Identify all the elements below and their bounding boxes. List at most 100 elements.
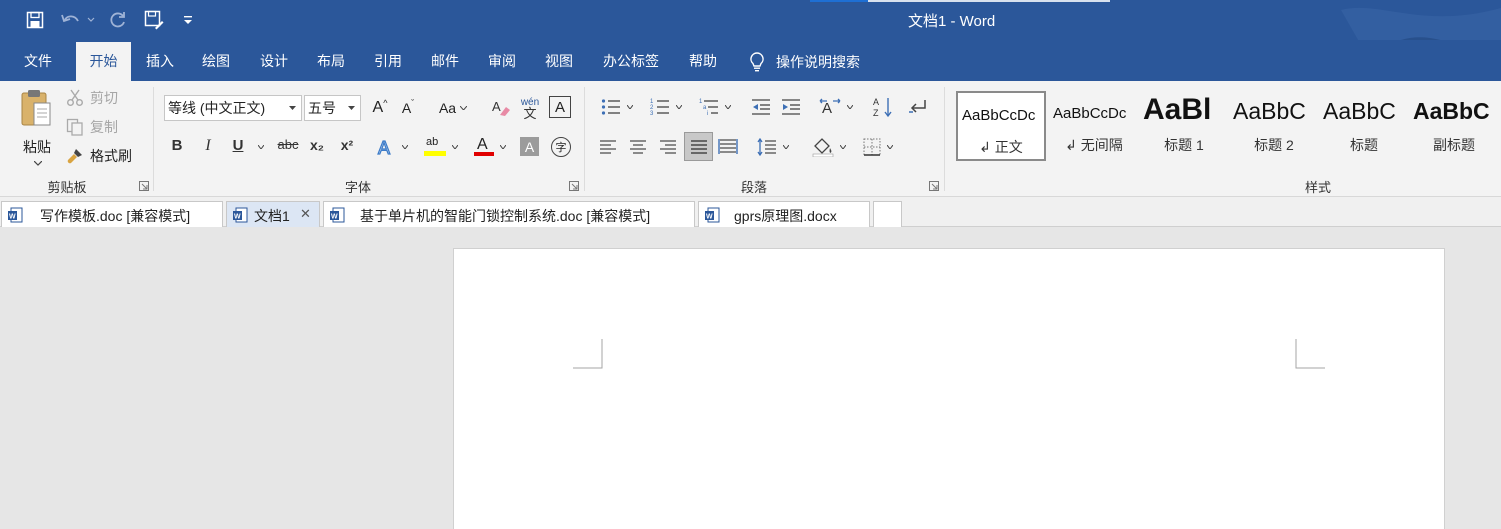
align-right-button[interactable]	[656, 135, 680, 159]
character-border-button[interactable]: A	[549, 96, 571, 118]
tab-file[interactable]: 文件	[12, 42, 64, 81]
font-color-swatch	[474, 152, 494, 156]
sort-button[interactable]: AZ	[872, 95, 894, 119]
svg-text:A: A	[873, 97, 879, 107]
title-bar: 文档1 - Word	[0, 0, 1501, 80]
decrease-indent-button[interactable]	[750, 95, 772, 119]
align-left-button[interactable]	[596, 135, 620, 159]
numbering-button[interactable]: 123	[645, 95, 687, 119]
save-icon[interactable]	[24, 8, 46, 32]
font-name-select[interactable]: 等线 (中文正文)	[164, 95, 302, 121]
tab-view[interactable]: 视图	[533, 42, 585, 81]
font-size-value: 五号	[308, 100, 336, 116]
line-spacing-icon	[757, 138, 776, 156]
style-name: 副标题	[1433, 137, 1475, 153]
clear-formatting-button[interactable]: A	[490, 96, 512, 120]
bullets-button[interactable]	[596, 95, 638, 119]
grow-font-button[interactable]: A ^	[370, 96, 390, 120]
styles-group-label: 样式	[1304, 180, 1331, 195]
format-painter-button[interactable]: 格式刷	[66, 145, 132, 167]
increase-indent-button[interactable]	[780, 95, 802, 119]
chinese-layout-button[interactable]: A	[815, 95, 857, 119]
distributed-button[interactable]	[716, 135, 740, 159]
text-effects-button[interactable]: A	[372, 135, 412, 159]
style-title[interactable]: AaBbC 标题	[1319, 91, 1409, 161]
chevron-down-icon	[676, 105, 682, 109]
strikethrough-button[interactable]: abc	[274, 137, 302, 159]
chevron-down-icon	[452, 145, 458, 149]
superscript-button[interactable]: x²	[337, 137, 357, 159]
subscript-button[interactable]: x₂	[307, 137, 327, 159]
font-size-select[interactable]: 五号	[304, 95, 361, 121]
style-sample: AaBbCcDc	[962, 107, 1036, 124]
highlight-color-button[interactable]: ab	[420, 135, 462, 159]
justify-button[interactable]	[684, 132, 713, 161]
character-shading-button[interactable]: A	[520, 137, 539, 156]
style-subtitle[interactable]: AaBbC 副标题	[1409, 91, 1499, 161]
svg-text:W: W	[706, 214, 713, 221]
doc-tab-document1[interactable]: W 文档1 ✕	[226, 201, 320, 227]
doc-tab-smart-lock[interactable]: W 基于单片机的智能门锁控制系统.doc [兼容模式]	[323, 201, 695, 227]
chevron-down-icon[interactable]	[258, 145, 264, 149]
style-sample: AaBbC	[1413, 98, 1490, 124]
underline-button[interactable]: U	[229, 137, 247, 159]
align-center-icon	[630, 140, 646, 154]
tell-me-search[interactable]: 操作说明搜索	[748, 42, 860, 81]
close-icon[interactable]: ✕	[300, 206, 311, 222]
font-launcher-icon[interactable]	[569, 181, 579, 191]
shading-button[interactable]	[808, 135, 850, 159]
tab-help[interactable]: 帮助	[677, 42, 729, 81]
tab-layout[interactable]: 布局	[305, 42, 357, 81]
tab-references[interactable]: 引用	[362, 42, 414, 81]
undo-icon[interactable]	[58, 8, 96, 32]
word-doc-icon: W	[330, 207, 345, 223]
redo-icon[interactable]	[106, 8, 130, 32]
tab-mailings[interactable]: 邮件	[419, 42, 471, 81]
bold-button[interactable]: B	[168, 137, 186, 159]
font-color-button[interactable]: A	[470, 135, 510, 159]
clipboard-launcher-icon[interactable]	[139, 181, 149, 191]
distributed-icon	[718, 139, 738, 154]
tab-draw[interactable]: 绘图	[190, 42, 242, 81]
tab-design[interactable]: 设计	[248, 42, 300, 81]
align-center-button[interactable]	[626, 135, 650, 159]
line-spacing-button[interactable]	[752, 135, 794, 159]
document-page[interactable]	[453, 248, 1445, 529]
align-left-icon	[600, 140, 616, 154]
svg-text:A: A	[492, 99, 501, 114]
paragraph-launcher-icon[interactable]	[929, 181, 939, 191]
word-doc-icon: W	[705, 207, 720, 223]
doc-tab-writing-template[interactable]: W 写作模板.doc [兼容模式]	[1, 201, 223, 227]
scissors-icon	[67, 89, 83, 106]
paste-button[interactable]: 粘贴	[14, 87, 60, 169]
tab-insert[interactable]: 插入	[134, 42, 186, 81]
save-as-icon[interactable]	[142, 8, 166, 32]
doc-tab-gprs[interactable]: W gprs原理图.docx	[698, 201, 870, 227]
borders-button[interactable]	[857, 135, 899, 159]
change-case-button[interactable]: Aa	[434, 96, 472, 120]
enclose-characters-button[interactable]: 字	[551, 137, 571, 157]
style-no-spacing[interactable]: AaBbCcDc ↲ 无间隔	[1049, 91, 1139, 161]
style-sample: AaBbC	[1323, 98, 1396, 124]
title-accent-bar	[810, 0, 1110, 2]
justify-icon	[690, 139, 707, 154]
new-tab-button[interactable]	[873, 201, 902, 227]
customize-icon[interactable]	[180, 8, 196, 32]
style-normal[interactable]: AaBbCcDc ↲ 正文	[956, 91, 1046, 161]
tab-review[interactable]: 审阅	[476, 42, 528, 81]
style-heading-2[interactable]: AaBbC 标题 2	[1229, 91, 1319, 161]
italic-button[interactable]: I	[199, 137, 217, 159]
chevron-down-icon	[847, 105, 853, 109]
grow-font-label: A	[372, 99, 384, 116]
tab-home[interactable]: 开始	[76, 42, 131, 81]
cut-button[interactable]: 剪切	[66, 87, 118, 109]
show-formatting-marks-button[interactable]	[906, 95, 928, 119]
shrink-font-button[interactable]: Aˇ	[398, 96, 418, 120]
multilevel-list-button[interactable]: 1ai	[694, 95, 736, 119]
style-heading-1[interactable]: AaBl 标题 1	[1139, 91, 1229, 161]
tab-office-tab[interactable]: 办公标签	[592, 42, 670, 81]
doc-tab-label: 文档1	[254, 208, 290, 224]
copy-button[interactable]: 复制	[66, 116, 118, 138]
doc-tab-label: 写作模板.doc [兼容模式]	[40, 208, 191, 224]
phonetic-guide-button[interactable]: wén 文	[518, 94, 542, 122]
